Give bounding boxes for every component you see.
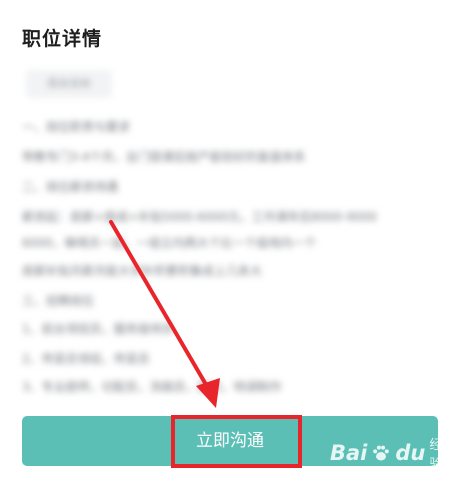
watermark-suffix: 经验 [429, 438, 443, 472]
paw-icon [373, 445, 390, 461]
annotation-highlight-box [171, 415, 302, 468]
watermark-brand: Bai [330, 441, 368, 465]
baidu-jingyan-watermark: Bai du 经验 [330, 433, 451, 473]
watermark-brand-suffix: du [395, 441, 426, 465]
